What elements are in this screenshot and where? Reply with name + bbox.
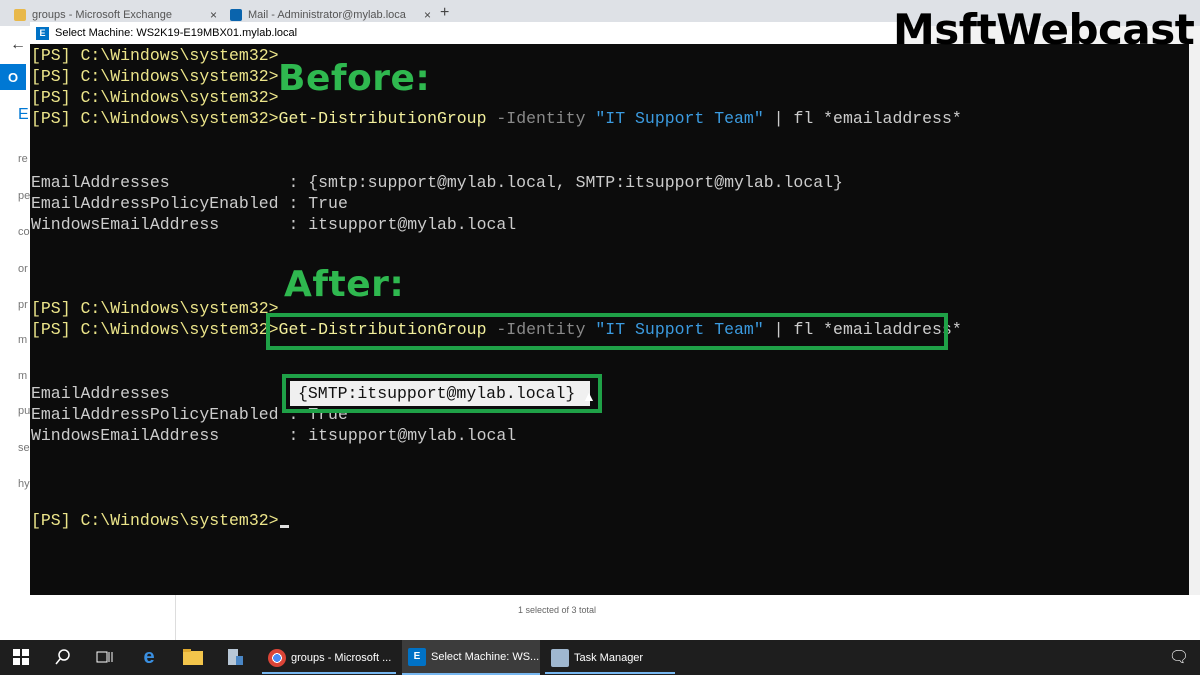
sidebar-letter: se	[18, 442, 30, 454]
taskbar-active-indicator	[545, 672, 675, 674]
taskbar-item-task-manager[interactable]: Task Manager	[545, 640, 675, 675]
task-view-icon[interactable]	[94, 647, 116, 667]
prompt: [PS] C:\Windows\system32>	[31, 67, 279, 86]
pipeline: | fl *emailaddress*	[763, 109, 962, 128]
value-highlight-box	[282, 374, 602, 413]
windows-start-icon[interactable]	[10, 647, 32, 667]
sidebar-letter: co	[18, 226, 30, 238]
sidebar-letter: pe	[18, 190, 31, 202]
sidebar-letter: re	[18, 153, 28, 165]
back-arrow-icon[interactable]: ←	[10, 36, 26, 54]
console-title-bar[interactable]: E Select Machine: WS2K19-E19MBX01.mylab.…	[30, 22, 900, 44]
console-line: [PS] C:\Windows\system32>	[31, 66, 279, 87]
parameter: -Identity	[486, 109, 596, 128]
taskbar-item-exchange-shell[interactable]: E Select Machine: WS...	[402, 640, 540, 675]
prompt: [PS] C:\Windows\system32>	[31, 109, 279, 128]
text-cursor	[279, 525, 289, 528]
string-argument: "IT Support Team"	[595, 109, 764, 128]
console-input-line[interactable]: [PS] C:\Windows\system32>	[31, 510, 289, 531]
sidebar-letter: pr	[18, 299, 28, 311]
taskbar-active-indicator	[262, 672, 396, 674]
new-tab-button[interactable]: +	[440, 4, 449, 22]
task-manager-icon	[551, 648, 569, 667]
console-title: Select Machine: WS2K19-E19MBX01.mylab.lo…	[55, 27, 298, 39]
exchange-shell-icon: E	[36, 26, 49, 40]
office-app-launcher-icon[interactable]: O	[0, 64, 26, 90]
output-line: WindowsEmailAddress : itsupport@mylab.lo…	[31, 426, 517, 445]
after-label: After:	[284, 264, 405, 305]
close-icon[interactable]: ×	[210, 8, 217, 22]
outlook-favicon-icon	[230, 8, 242, 21]
footer-divider	[175, 595, 176, 640]
before-label: Before:	[278, 58, 431, 99]
output-line: EmailAddresses :	[31, 384, 309, 403]
output-line: WindowsEmailAddress : itsupport@mylab.lo…	[31, 215, 517, 234]
browser-scrollbar[interactable]	[1189, 45, 1200, 595]
close-icon[interactable]: ×	[424, 8, 431, 22]
search-icon[interactable]	[52, 647, 74, 667]
console-line: [PS] C:\Windows\system32>	[31, 87, 279, 108]
sidebar-letter: m	[18, 370, 28, 382]
tab-title: Mail - Administrator@mylab.loca	[248, 8, 406, 21]
prompt: [PS] C:\Windows\system32>	[31, 511, 279, 530]
console-command-line: [PS] C:\Windows\system32>Get-Distributio…	[31, 108, 962, 129]
browser-footer	[0, 595, 1200, 640]
internet-explorer-icon[interactable]: e	[138, 646, 160, 668]
sidebar-letter: m	[18, 334, 28, 346]
cmdlet: Get-DistributionGroup	[278, 109, 487, 128]
file-explorer-icon[interactable]	[182, 647, 204, 667]
sidebar-letter: or	[18, 263, 28, 275]
server-manager-icon[interactable]	[224, 647, 246, 667]
taskbar-item-label: groups - Microsoft ...	[291, 651, 392, 664]
watermark: MsftWebcast	[893, 5, 1195, 54]
sidebar-letter: E	[18, 106, 29, 123]
notifications-icon[interactable]: 🗨	[1168, 647, 1190, 667]
prompt: [PS] C:\Windows\system32>	[31, 320, 279, 339]
taskbar-item-label: Select Machine: WS...	[431, 650, 540, 663]
output-line: EmailAddressPolicyEnabled : True	[31, 194, 348, 213]
tab-title: groups - Microsoft Exchange	[32, 8, 173, 21]
chrome-icon	[268, 648, 286, 667]
console-line: [PS] C:\Windows\system32>	[31, 298, 279, 319]
taskbar-item-label: Task Manager	[574, 651, 644, 664]
sidebar-letter: pu	[18, 405, 31, 417]
prompt: [PS] C:\Windows\system32>	[31, 299, 279, 318]
exchange-shell-icon: E	[408, 647, 426, 666]
console-line: [PS] C:\Windows\system32>	[31, 45, 279, 66]
output-line: EmailAddresses : {smtp:support@mylab.loc…	[31, 173, 843, 192]
prompt: [PS] C:\Windows\system32>	[31, 46, 279, 65]
taskbar-item-chrome[interactable]: groups - Microsoft ...	[262, 640, 396, 675]
sidebar-letter: hy	[18, 478, 30, 490]
exchange-favicon-icon	[14, 8, 26, 21]
command-highlight-box	[266, 313, 948, 350]
prompt: [PS] C:\Windows\system32>	[31, 88, 279, 107]
selection-status-text: 1 selected of 3 total	[518, 605, 597, 615]
